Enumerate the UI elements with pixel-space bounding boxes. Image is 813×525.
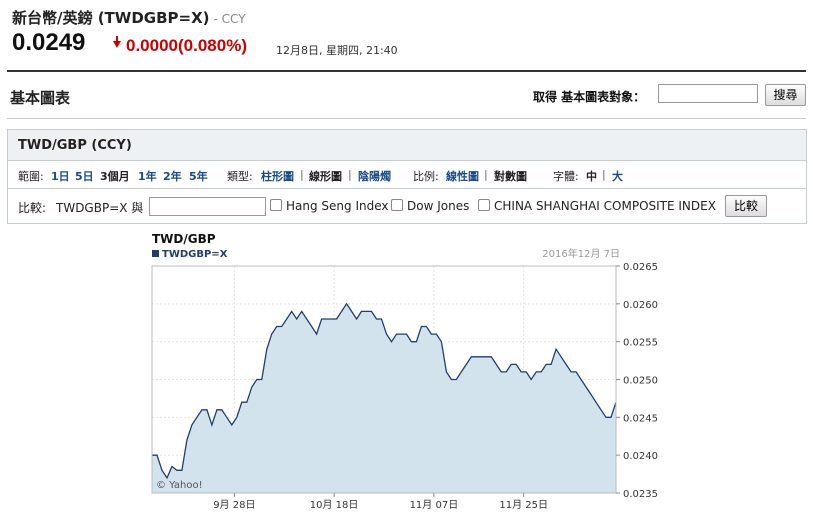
- range-3m[interactable]: 3個月: [100, 168, 130, 184]
- y-tick-label: 0.0235: [623, 489, 658, 500]
- range-2y[interactable]: 2年: [163, 168, 182, 184]
- quote-time: 12月8日, 星期四, 21:40: [276, 44, 398, 57]
- chart-legend: TWDGBP=X: [162, 249, 228, 260]
- y-tick-label: 0.0255: [623, 338, 658, 349]
- separator: |: [484, 168, 488, 181]
- hang-seng-checkbox[interactable]: [270, 199, 282, 211]
- font-label: 字體:: [553, 170, 579, 183]
- currency-type: - CCY: [213, 12, 246, 26]
- separator: |: [348, 168, 352, 181]
- y-tick-label: 0.0250: [623, 376, 658, 387]
- range-1d[interactable]: 1日: [51, 168, 70, 184]
- type-label: 類型:: [227, 170, 253, 183]
- x-tick-label: 9月 28日: [213, 499, 255, 511]
- y-tick-label: 0.0245: [623, 413, 658, 424]
- symbol-input[interactable]: [658, 84, 758, 103]
- quote-price: 0.0249: [12, 29, 86, 56]
- get-chart-label: 取得 基本圖表對象：: [533, 90, 646, 104]
- dow-jones-checkbox[interactable]: [391, 199, 403, 211]
- search-button[interactable]: 搜尋: [765, 84, 806, 106]
- y-axis: 0.0265 0.0260 0.0255 0.0250 0.0245 0.0240 0.02…: [616, 262, 658, 500]
- y-tick-label: 0.0240: [623, 451, 658, 462]
- scale-label: 比例:: [413, 170, 439, 183]
- shanghai-label: CHINA SHANGHAI COMPOSITE INDEX: [494, 199, 716, 213]
- type-bar[interactable]: 柱形圖: [261, 168, 294, 184]
- compare-button[interactable]: 比較: [725, 195, 767, 217]
- chart-svg: TWD/GBP TWDGBP=X 2016年12月 7日 0.02650.026…: [151, 232, 658, 511]
- shanghai-checkbox[interactable]: [478, 199, 490, 211]
- font-medium[interactable]: 中: [586, 168, 597, 184]
- options-row: 範圍: 1日 5日 3個月 1年 2年 5年 類型: 柱形圖 | 線形圖 | 陰…: [8, 160, 806, 189]
- separator: |: [300, 168, 304, 181]
- type-candlestick[interactable]: 陰陽燭: [358, 168, 391, 184]
- compare-prefix: TWDGBP=X 與: [56, 201, 144, 215]
- price-chart: TWD/GBP TWDGBP=X 2016年12月 7日 0.0265 0.026…: [0, 228, 813, 521]
- yahoo-watermark: © Yahoo!: [156, 480, 203, 491]
- header-divider: [7, 70, 806, 72]
- x-tick-label: 11月 25日: [499, 499, 548, 511]
- x-axis: 9月 28日 10月 18日 11月 07日 11月 25日: [213, 493, 548, 511]
- range-5y[interactable]: 5年: [189, 168, 208, 184]
- quote-name: 新台幣/英鎊 (TWDGBP=X): [12, 9, 210, 27]
- type-line[interactable]: 線形圖: [309, 168, 342, 184]
- range-1y[interactable]: 1年: [138, 168, 157, 184]
- separator: |: [602, 168, 606, 181]
- scale-log[interactable]: 對數圖: [494, 168, 527, 184]
- panel-header: TWD/GBP (CCY): [8, 130, 806, 161]
- chart-title: TWD/GBP: [152, 232, 216, 246]
- compare-label: 比較:: [18, 201, 47, 215]
- x-tick-label: 10月 18日: [310, 499, 359, 511]
- section-divider: [7, 118, 806, 119]
- compare-input[interactable]: [149, 197, 266, 216]
- dow-jones-label: Dow Jones: [407, 199, 470, 213]
- panel-title: TWD/GBP (CCY): [18, 138, 132, 153]
- hang-seng-label: Hang Seng Index: [286, 199, 389, 213]
- compare-row: 比較: TWDGBP=X 與 Hang Seng Index Dow Jones…: [8, 189, 806, 223]
- range-label: 範圍:: [18, 170, 44, 183]
- y-tick-label: 0.0265: [623, 262, 658, 273]
- price-area: [152, 303, 616, 493]
- down-arrow-icon: [113, 36, 121, 48]
- font-large[interactable]: 大: [612, 168, 623, 184]
- scale-linear[interactable]: 線性圖: [446, 168, 479, 184]
- chart-options-panel: TWD/GBP (CCY) 範圍: 1日 5日 3個月 1年 2年 5年 類型:…: [7, 129, 807, 224]
- quote-change: 0.0000(0.080%): [126, 36, 247, 55]
- x-tick-label: 11月 07日: [410, 499, 459, 511]
- section-title: 基本圖表: [10, 89, 71, 107]
- quote-title: 新台幣/英鎊 (TWDGBP=X) - CCY: [12, 7, 246, 28]
- chart-date: 2016年12月 7日: [542, 247, 620, 260]
- y-tick-label: 0.0260: [623, 300, 658, 311]
- range-5d[interactable]: 5日: [75, 168, 94, 184]
- legend-swatch: [152, 250, 159, 257]
